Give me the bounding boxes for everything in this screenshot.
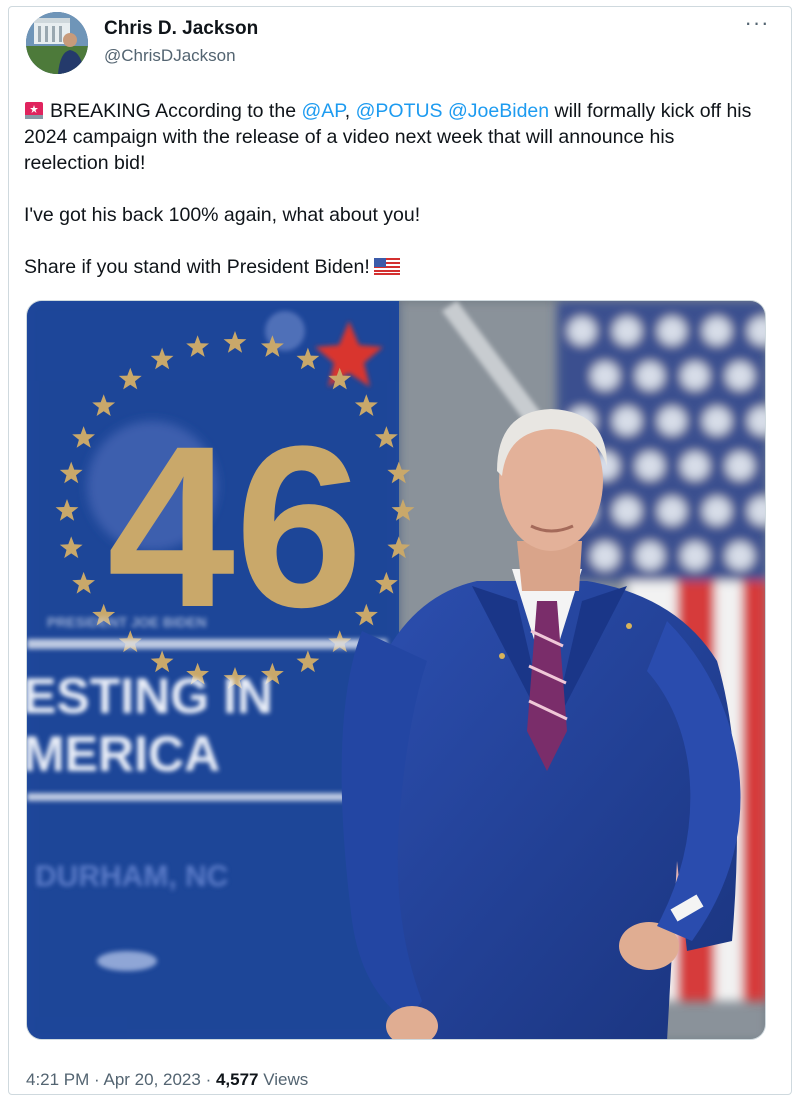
sign-top-text: PRESIDENT JOE BIDEN: [47, 614, 206, 630]
more-icon[interactable]: ···: [742, 12, 772, 40]
mention-potus[interactable]: @POTUS: [356, 100, 443, 122]
sign-line-2: MERICA: [27, 726, 220, 782]
mention-joebiden[interactable]: @JoeBiden: [448, 100, 549, 122]
tweet-meta: 4:21 PM · Apr 20, 2023 · 4,577 Views: [26, 1070, 308, 1090]
siren-icon: [24, 100, 44, 119]
author-handle[interactable]: @ChrisDJackson: [104, 46, 236, 66]
tweet-text-prefix: BREAKING According to the: [50, 100, 302, 122]
meta-separator: ·: [89, 1070, 104, 1089]
tweet-photo[interactable]: 46 PRESIDENT JOE BIDEN ESTING IN MERICA …: [26, 300, 766, 1040]
views-count[interactable]: 4,577: [216, 1070, 259, 1089]
mention-ap[interactable]: @AP: [301, 100, 344, 122]
tweet-time[interactable]: 4:21 PM: [26, 1070, 89, 1089]
avatar[interactable]: [26, 12, 88, 74]
tweet-paragraph-2: I've got his back 100% again, what about…: [24, 204, 421, 226]
sign-line-3: DURHAM, NC: [35, 860, 228, 893]
views-label: Views: [258, 1070, 309, 1089]
tweet-paragraph-3: Share if you stand with President Biden!: [24, 256, 370, 278]
tweet-text: BREAKING According to the @AP, @POTUS @J…: [24, 98, 764, 280]
sign-line-1: ESTING IN: [27, 668, 273, 724]
tweet-date[interactable]: Apr 20, 2023: [103, 1070, 200, 1089]
author-name[interactable]: Chris D. Jackson: [104, 18, 258, 40]
mention-comma: ,: [344, 100, 351, 122]
meta-separator: ·: [200, 1070, 216, 1089]
us-flag-icon: [373, 256, 400, 275]
